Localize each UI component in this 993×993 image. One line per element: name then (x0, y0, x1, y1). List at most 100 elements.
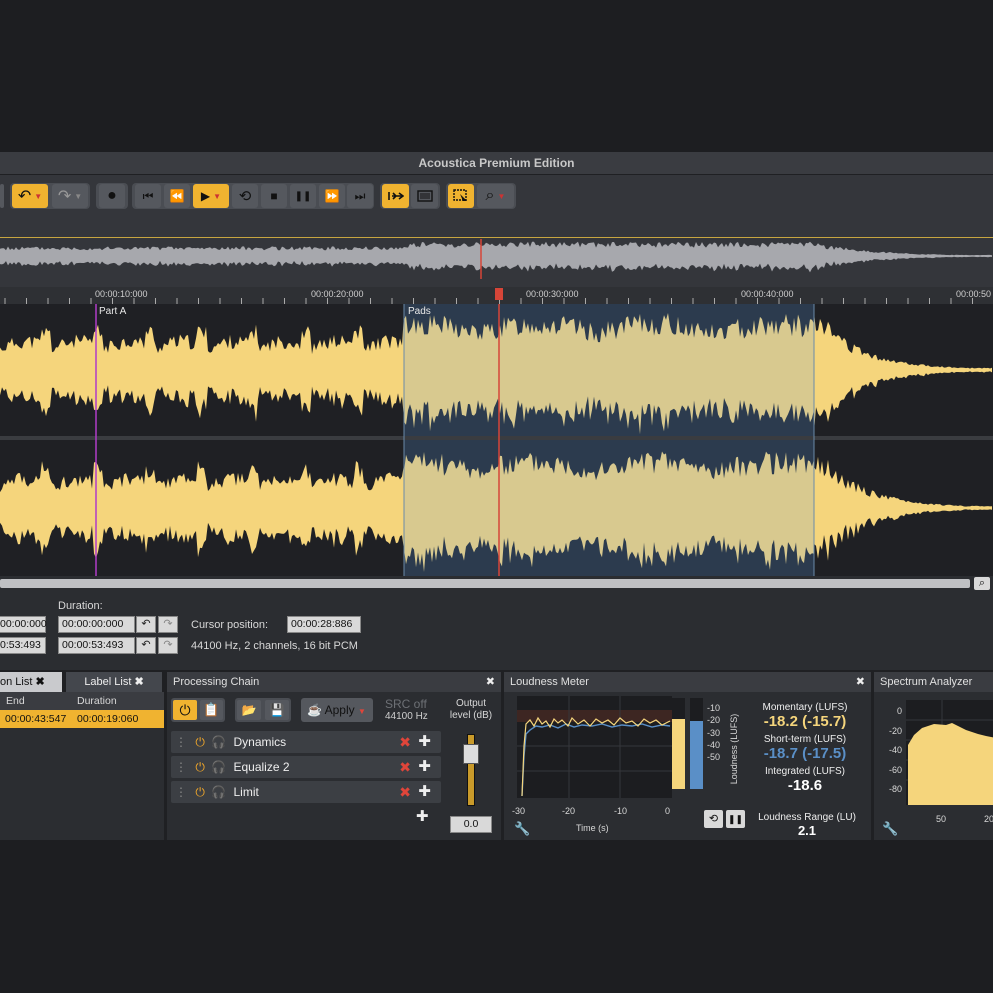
clipboard-button[interactable]: 📋 (200, 700, 223, 720)
dropdown-arrow-icon: ▼ (74, 191, 83, 201)
end-time-field[interactable]: 0:53:493 (0, 637, 46, 654)
loop-icon: ⟲ (238, 188, 252, 205)
fast-forward-button[interactable]: ⏩ (319, 184, 345, 208)
undo-button[interactable]: ↶ ▼ (12, 184, 48, 208)
chain-power-button[interactable]: ⏻ (173, 700, 197, 720)
waveform-overview[interactable] (0, 215, 993, 287)
src-rate: 44100 Hz (385, 711, 428, 722)
tab-label-list[interactable]: Label List ✖ (66, 672, 162, 692)
close-icon[interactable]: ✖ (856, 672, 865, 692)
waveform-tracks[interactable]: Part A Pads (0, 304, 993, 576)
apply-button[interactable]: ☕ Apply ▼ (301, 698, 373, 722)
go-to-end-button[interactable]: ⏭ (347, 184, 373, 208)
bottom-panels: on List ✖ Label List ✖ End Duration 00:0… (0, 670, 993, 840)
scrollbar-thumb[interactable] (0, 579, 970, 588)
add-effect-icon[interactable]: ✚ (418, 731, 431, 753)
output-slider-handle[interactable] (463, 744, 479, 764)
time-ruler[interactable]: 00:00:10:000 00:00:20:000 00:00:30:000 0… (0, 287, 993, 304)
close-icon[interactable]: ✖ (35, 676, 44, 688)
ruler-label: 00:00:30:000 (526, 289, 579, 299)
stop-button[interactable]: ■ (261, 184, 287, 208)
column-duration[interactable]: Duration (77, 695, 117, 707)
stop-icon: ■ (270, 189, 278, 203)
x-tick: -30 (512, 806, 526, 816)
y-tick: -20 (888, 725, 902, 736)
redo-selection-button-2[interactable]: ↷ (158, 637, 178, 654)
close-icon[interactable]: ✖ (134, 676, 143, 688)
zoom-tool-button[interactable]: ⌕ ▼ (477, 184, 514, 208)
spectrogram-view-button[interactable] (411, 184, 438, 208)
column-end[interactable]: End (6, 695, 25, 707)
x-tick: 20 (984, 814, 993, 824)
cursor-position-field[interactable]: 00:00:28:886 (287, 616, 361, 633)
follow-icon (387, 192, 404, 200)
zoom-fit-button[interactable]: ⌕ (974, 577, 990, 590)
overview-waveform (0, 239, 992, 279)
undo-selection-button-2[interactable]: ↶ (136, 637, 156, 654)
close-icon[interactable]: ✖ (486, 672, 495, 692)
total-duration-field[interactable]: 00:00:53:493 (58, 637, 135, 654)
ruler-label: 00:00:10:000 (95, 289, 148, 299)
headphones-icon[interactable]: 🎧 (211, 760, 226, 774)
duration-field[interactable]: 00:00:00:000 (58, 616, 135, 633)
selection-info: Duration: 00:00:000 00:00:00:000 ↶ ↷ Cur… (0, 592, 993, 668)
reset-meter-button[interactable]: ⟲ (704, 810, 723, 828)
y-tick: -60 (888, 764, 902, 775)
spectrum-y-ticks: 0 -20 -40 -60 -80 (880, 702, 902, 800)
play-button[interactable]: ▶ ▼ (193, 184, 229, 208)
effect-row-limit[interactable]: ⋮ ⏻ 🎧 Limit ✖ ✚ (171, 781, 441, 803)
remove-effect-icon[interactable]: ✖ (399, 731, 411, 753)
save-icon: 💾 (269, 703, 285, 717)
toolbar-edge-button[interactable] (0, 184, 4, 208)
remove-effect-icon[interactable]: ✖ (399, 781, 411, 803)
loop-button[interactable]: ⟲ (232, 184, 258, 208)
y-tick: -40 (707, 739, 721, 750)
record-button[interactable]: ● (99, 184, 125, 208)
headphones-icon[interactable]: 🎧 (211, 735, 226, 749)
record-icon: ● (107, 187, 117, 204)
wrench-icon[interactable]: 🔧 (514, 821, 530, 837)
y-tick: 0 (896, 706, 902, 716)
headphones-icon[interactable]: 🎧 (211, 785, 226, 799)
effect-row-dynamics[interactable]: ⋮ ⏻ 🎧 Dynamics ✖ ✚ (171, 731, 441, 753)
add-effect-icon[interactable]: ✚ (416, 807, 429, 825)
momentary-value: -18.2 (-15.7) (763, 713, 847, 730)
list-item[interactable]: 00:00:43:547 00:00:19:060 (0, 710, 164, 728)
rewind-button[interactable]: ⏪ (164, 184, 190, 208)
horizontal-scrollbar[interactable]: ⌕ (0, 576, 993, 590)
pause-button[interactable]: ❚❚ (290, 184, 316, 208)
redo-icon: ↷ (57, 188, 72, 205)
redo-button[interactable]: ↷ ▼ (52, 184, 88, 208)
redo-icon: ↷ (163, 618, 173, 630)
drag-handle-icon[interactable]: ⋮ (175, 760, 187, 774)
playhead-marker[interactable] (495, 288, 503, 300)
follow-playback-button[interactable] (382, 184, 409, 208)
rewind-icon: ⏪ (169, 189, 185, 203)
go-to-start-button[interactable]: ⏮ (135, 184, 161, 208)
selection-tool-button[interactable] (448, 184, 474, 208)
drag-handle-icon[interactable]: ⋮ (175, 735, 187, 749)
y-tick: -30 (707, 727, 721, 738)
loudness-readouts: Momentary (LUFS) -18.2 (-15.7) Short-ter… (744, 702, 866, 794)
power-icon[interactable]: ⏻ (195, 760, 205, 774)
momentary-bar-track (672, 698, 685, 789)
power-icon[interactable]: ⏻ (195, 735, 205, 749)
remove-effect-icon[interactable]: ✖ (399, 756, 411, 778)
save-preset-button[interactable]: 💾 (265, 700, 289, 720)
add-effect-icon[interactable]: ✚ (418, 756, 431, 778)
drag-handle-icon[interactable]: ⋮ (175, 785, 187, 799)
redo-selection-button[interactable]: ↷ (158, 616, 178, 633)
panel-title: Processing Chain (173, 676, 260, 688)
power-icon[interactable]: ⏻ (195, 785, 205, 799)
wrench-icon[interactable]: 🔧 (882, 821, 898, 837)
tab-region-list[interactable]: on List ✖ (0, 672, 62, 692)
open-preset-button[interactable]: 📂 (237, 700, 261, 720)
undo-selection-button[interactable]: ↶ (136, 616, 156, 633)
pause-meter-button[interactable]: ❚❚ (726, 810, 745, 828)
src-status[interactable]: SRC off (385, 697, 427, 711)
skip-back-icon: ⏮ (142, 188, 154, 203)
effect-row-equalize[interactable]: ⋮ ⏻ 🎧 Equalize 2 ✖ ✚ (171, 756, 441, 778)
start-time-field[interactable]: 00:00:000 (0, 616, 47, 633)
output-level-field[interactable]: 0.0 (450, 816, 492, 833)
add-effect-icon[interactable]: ✚ (418, 781, 431, 803)
